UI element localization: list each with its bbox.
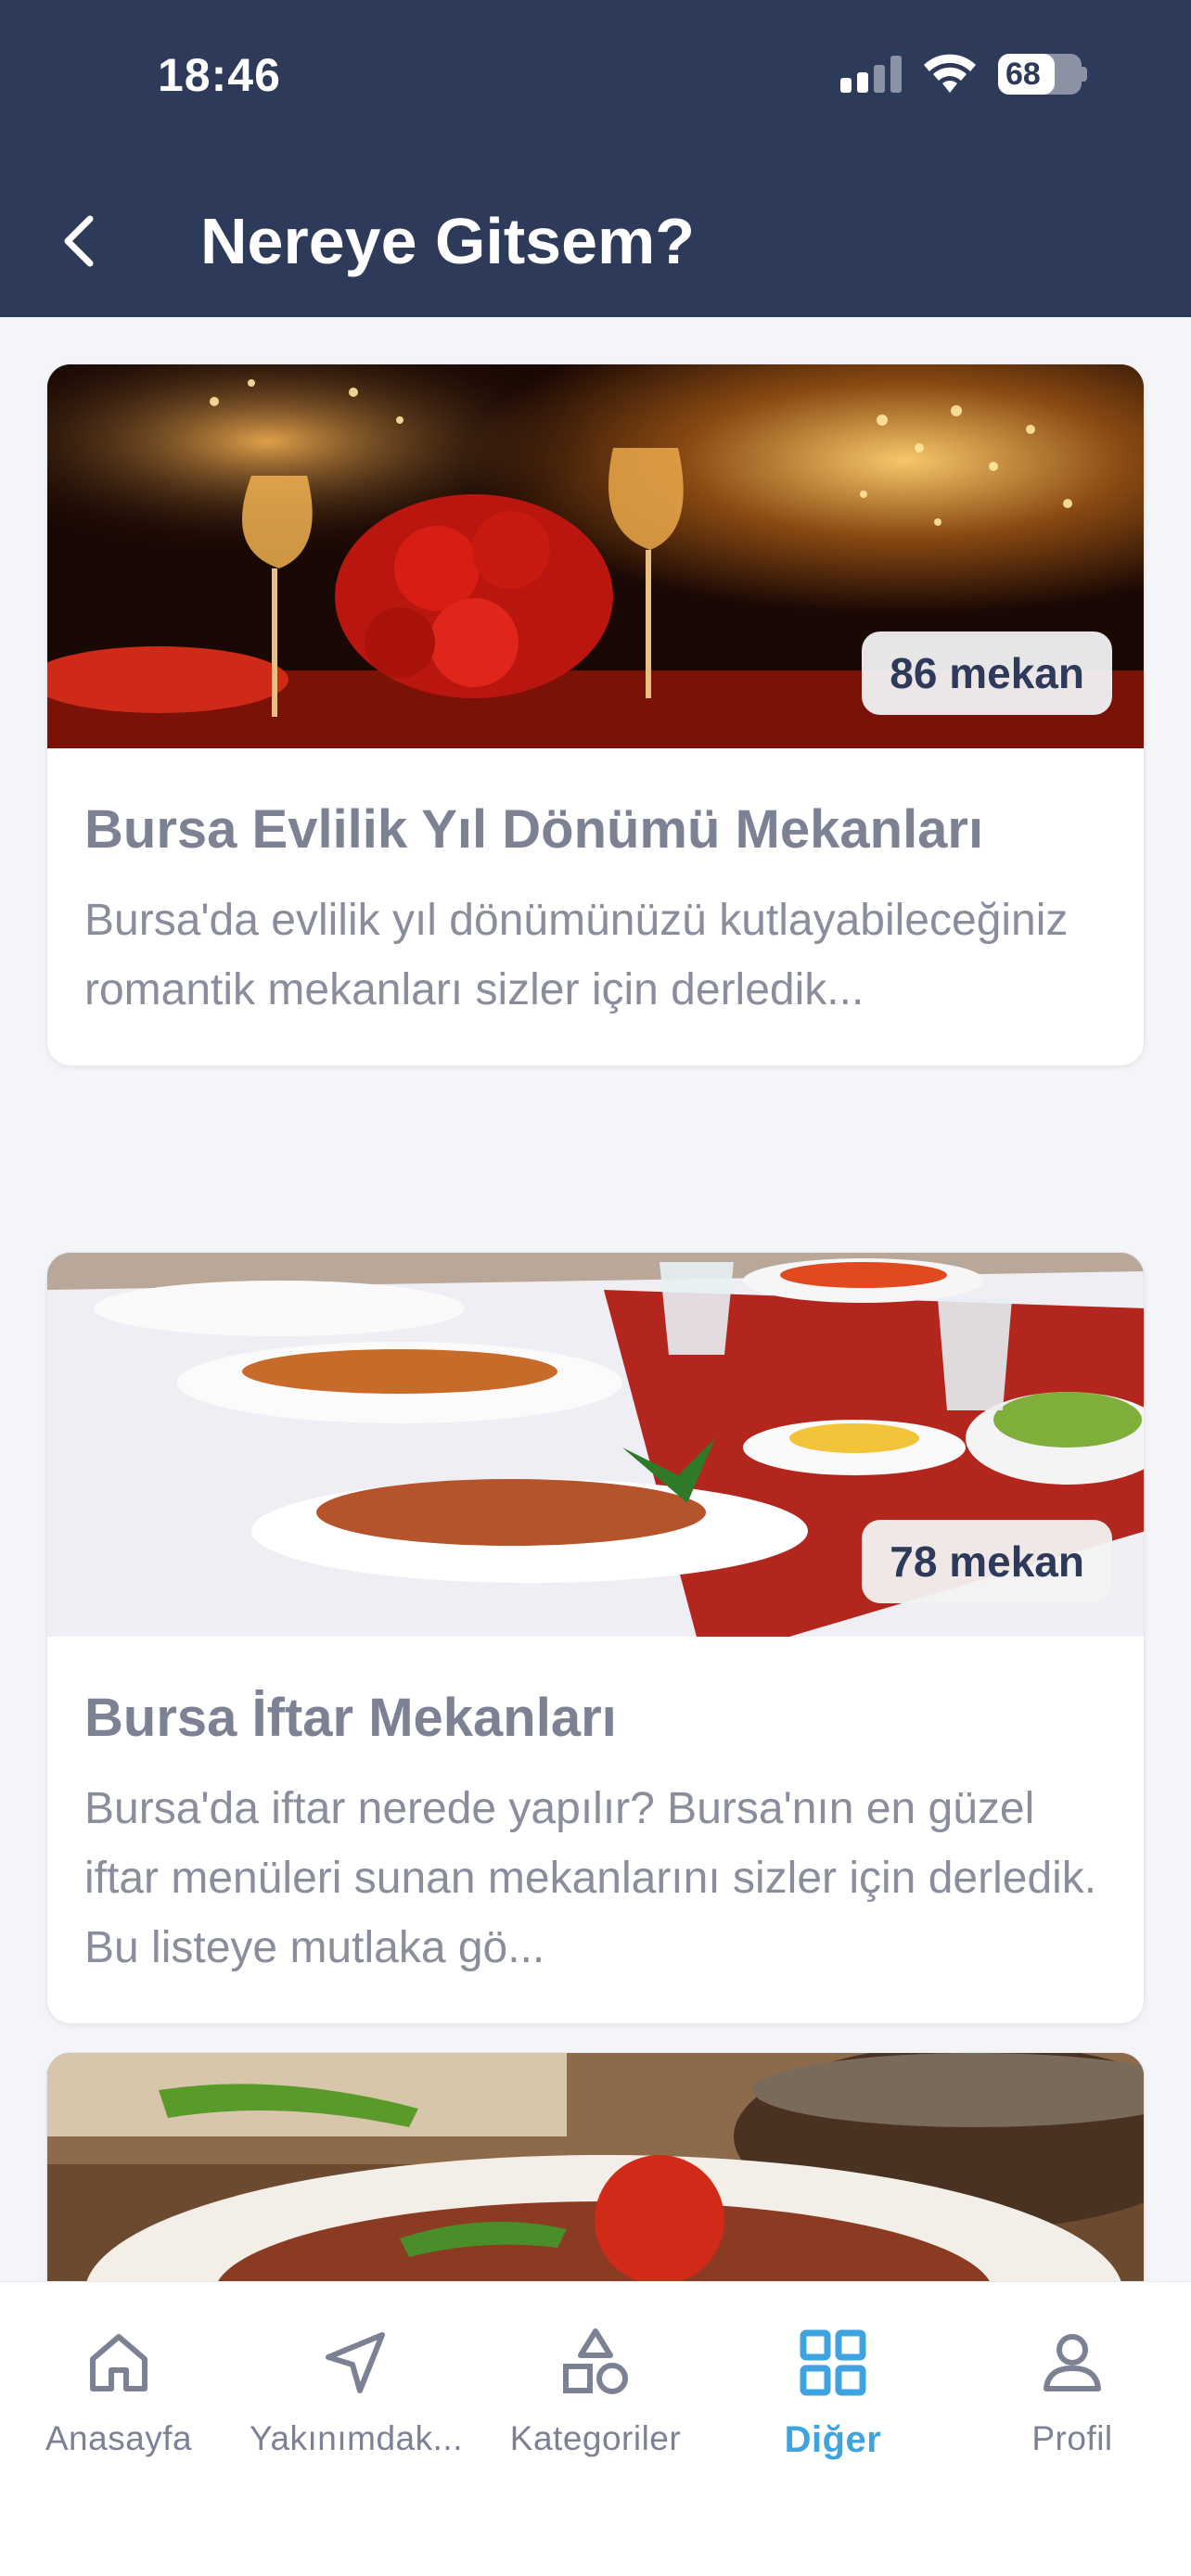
user-icon [1044, 2334, 1101, 2391]
bottom-navigation: Anasayfa Yakınımdak... Kategoriler Diğer… [0, 2281, 1191, 2576]
shapes-icon [563, 2328, 628, 2394]
card-image: 78 mekan [47, 1253, 1144, 1637]
status-time: 18:46 [158, 49, 281, 101]
nav-label: Anasayfa [45, 2419, 193, 2457]
nav-label: Kategoriler [509, 2419, 682, 2457]
list-card[interactable]: 86 mekan Bursa Evlilik Yıl Dönümü Mekanl… [46, 363, 1145, 1066]
chevron-left-icon [64, 215, 94, 267]
card-title: Bursa İftar Mekanları [84, 1688, 617, 1748]
battery-icon: 68 [998, 54, 1082, 95]
nav-item-other[interactable]: Diğer [714, 2321, 952, 2461]
navigation-icon [326, 2332, 385, 2393]
list-card[interactable]: 78 mekan Bursa İftar Mekanları Bursa'da … [46, 1252, 1145, 2024]
cellular-signal-icon [840, 56, 902, 93]
card-title: Bursa Evlilik Yıl Dönümü Mekanları [84, 799, 984, 860]
venue-count-badge: 78 mekan [862, 1520, 1112, 1603]
nav-item-profile[interactable]: Profil [954, 2321, 1191, 2458]
wifi-icon [924, 54, 976, 93]
card-description: Bursa'da evlilik yıl dönümünüzü kutlayab… [84, 896, 1069, 1014]
grid-icon [800, 2329, 866, 2396]
page-title: Nereye Gitsem? [200, 205, 696, 277]
status-icons: 68 [840, 54, 1087, 95]
nav-item-nearby[interactable]: Yakınımdak... [237, 2321, 475, 2458]
nav-label: Yakınımdak... [250, 2419, 463, 2457]
battery-level: 68 [1005, 56, 1041, 92]
card-description: Bursa'da iftar nerede yapılır? Bursa'nın… [84, 1784, 1097, 1972]
nav-label: Profil [1031, 2419, 1113, 2457]
venue-count-badge: 86 mekan [862, 631, 1112, 715]
nav-label: Diğer [784, 2419, 882, 2460]
back-button[interactable] [46, 199, 111, 283]
home-icon [90, 2334, 147, 2391]
app-header: 18:46 68 Nereye Gitsem? [0, 0, 1191, 317]
nav-item-home[interactable]: Anasayfa [0, 2321, 237, 2458]
nav-item-categories[interactable]: Kategoriler [477, 2321, 714, 2458]
card-image: 86 mekan [47, 364, 1144, 748]
